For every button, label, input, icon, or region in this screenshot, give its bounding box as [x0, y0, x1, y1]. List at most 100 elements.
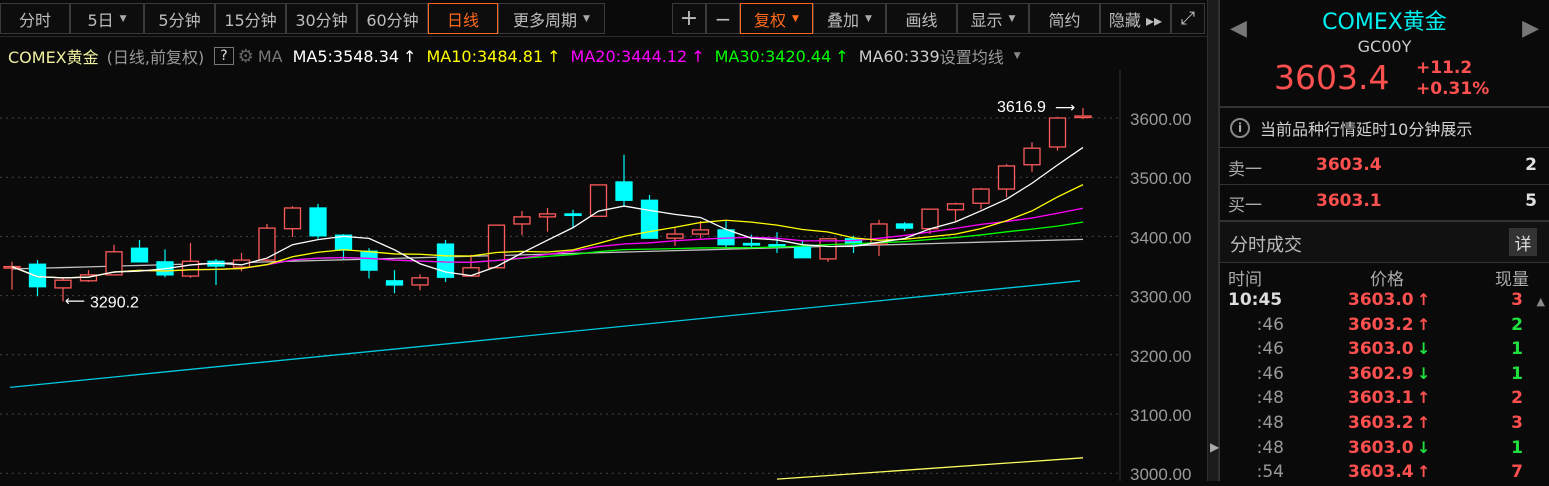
tab-label: 日线 [446, 10, 479, 30]
ask-price: 3603.4 [1316, 155, 1382, 175]
long-ma-line [9, 280, 1081, 389]
candle-up [411, 277, 429, 286]
minus-icon: − [714, 6, 732, 31]
trade-volume: 1 [1511, 339, 1523, 360]
ask-label: 卖一 [1228, 160, 1262, 180]
candlestick-chart[interactable]: 3600.00 3500.00 3400.00 3300.00 3200.00 3100.… [0, 70, 1207, 481]
candle-down [360, 250, 378, 271]
bid-label: 买一 [1228, 196, 1262, 216]
trade-row: :48 3603.2 ↑ 3 [1220, 413, 1549, 437]
trade-row: :46 3602.9 ↓ 1 [1220, 364, 1549, 388]
bid-price: 3603.1 [1316, 191, 1382, 211]
candle-down [385, 280, 404, 286]
period-tab-timeshare[interactable]: 分时 [0, 3, 70, 34]
fullscreen-button[interactable]: ⤢ [1171, 3, 1205, 34]
col-volume: 现量 [1495, 270, 1529, 290]
arrow-up-icon: ↑ [1417, 290, 1431, 309]
arrow-up-icon: ↑ [691, 46, 705, 66]
arrow-up-icon: ↑ [835, 46, 849, 66]
adjust-button[interactable]: 复权 ▼ [740, 3, 813, 34]
button-label: 隐藏 ▸▸ [1108, 10, 1163, 30]
price-change: +11.2 [1416, 58, 1473, 78]
period-tab-60min[interactable]: 60分钟 [357, 3, 428, 34]
draw-line-button[interactable]: 画线 [886, 3, 957, 34]
y-tick-label: 3200.00 [1130, 347, 1191, 366]
trade-price: 3603.2 [1348, 314, 1414, 335]
trade-volume: 3 [1511, 290, 1523, 310]
ma-label: MA [257, 46, 283, 66]
notice-text: 当前品种行情延时10分钟展示 [1260, 120, 1473, 139]
ma30-value: MA30:3420.44 [714, 46, 832, 66]
display-button[interactable]: 显示 ▼ [957, 3, 1029, 34]
trade-volume: 1 [1511, 437, 1523, 458]
tab-label: 15分钟 [224, 10, 277, 30]
candle-up [513, 216, 531, 225]
col-price: 价格 [1370, 270, 1404, 290]
y-tick-label: 3400.00 [1130, 228, 1191, 247]
period-tab-5day[interactable]: 5日 ▼ [70, 3, 144, 34]
low-price-label: 3290.2 [90, 294, 139, 311]
period-tab-30min[interactable]: 30分钟 [286, 3, 357, 34]
arrow-up-icon: ↑ [403, 46, 417, 66]
trade-volume: 2 [1511, 314, 1523, 335]
arrow-left-icon: ⟵ [65, 293, 85, 309]
detail-button[interactable]: 详 [1509, 228, 1537, 256]
expand-icon: ⤢ [1180, 8, 1196, 29]
caret-down-icon: ▼ [119, 13, 127, 24]
trade-row: :46 3603.0 ↓ 1 [1220, 339, 1549, 363]
candle-up [921, 208, 939, 230]
ma60-value: MA60:339 [858, 46, 940, 66]
button-label: 简约 [1048, 10, 1081, 30]
zoom-out-button[interactable]: − [706, 3, 740, 34]
button-label: 叠加 [827, 10, 860, 30]
tab-label: 分时 [18, 10, 51, 30]
tab-label: 5分钟 [158, 10, 201, 30]
panel-title: COMEX黄金 [1322, 10, 1447, 35]
collapse-arrow-icon[interactable]: ▶ [1210, 440, 1219, 454]
set-ma-button[interactable]: 设置均线 [940, 44, 1004, 68]
candle-up [538, 213, 557, 218]
divider [1220, 262, 1549, 263]
tab-label: 更多周期 [513, 10, 578, 30]
ma5-value: MA5:3548.34 [292, 46, 400, 66]
y-tick-label: 3100.00 [1130, 406, 1191, 425]
trade-volume: 7 [1511, 462, 1523, 483]
caret-down-icon: ▼ [865, 13, 872, 24]
arrow-up-icon: ↑ [1417, 413, 1431, 432]
hide-button[interactable]: 隐藏 ▸▸ [1100, 3, 1171, 34]
candle-up [1048, 117, 1067, 148]
period-tab-5min[interactable]: 5分钟 [144, 3, 215, 34]
candle-up [283, 207, 302, 230]
trades-title: 分时成交 [1230, 235, 1302, 256]
trade-time: :46 [1256, 314, 1284, 335]
plus-icon: + [679, 6, 699, 31]
period-tab-more[interactable]: 更多周期 ▼ [498, 3, 605, 34]
ma20-value: MA20:3444.12 [570, 46, 688, 66]
button-label: 画线 [905, 10, 938, 30]
trade-row: :54 3603.4 ↑ 7 [1220, 462, 1549, 486]
arrow-down-icon: ↓ [1417, 363, 1431, 383]
arrow-down-icon: ↓ [1417, 339, 1431, 359]
candle-up [1074, 115, 1092, 119]
period-tab-daily[interactable]: 日线 [428, 3, 498, 34]
trade-price: 3603.0 [1348, 290, 1414, 310]
ask-row: 卖一 3603.4 2 [1220, 148, 1549, 184]
divider [1220, 106, 1549, 108]
simple-button[interactable]: 简约 [1029, 3, 1100, 34]
zoom-in-button[interactable]: + [672, 3, 706, 34]
caret-down-icon: ▼ [583, 13, 590, 24]
caret-down-icon[interactable]: ▼ [1014, 51, 1021, 61]
trade-row: 10:45 3603.0 ↑ 3 [1220, 290, 1549, 314]
high-price-label: 3616.9 [997, 99, 1046, 116]
gear-icon[interactable]: ⚙ [238, 46, 254, 67]
candle-down [28, 263, 47, 288]
y-tick-label: 3300.00 [1130, 288, 1191, 307]
panel-splitter[interactable]: ▶ [1207, 0, 1219, 481]
trade-price: 3603.4 [1348, 462, 1414, 483]
period-tab-15min[interactable]: 15分钟 [215, 3, 286, 34]
trade-time: :48 [1256, 413, 1284, 433]
overlay-button[interactable]: 叠加 ▼ [813, 3, 886, 34]
trade-time: :48 [1256, 437, 1284, 458]
help-button[interactable]: ? [214, 47, 234, 65]
last-price: 3603.4 [1274, 58, 1390, 97]
